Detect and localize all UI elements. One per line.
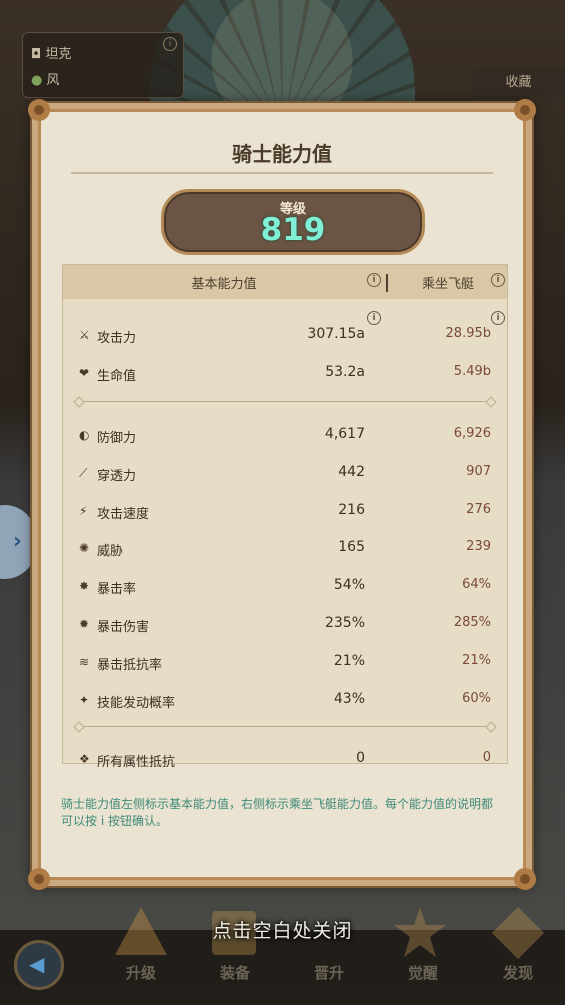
tap-to-close-hint[interactable]: 点击空白处关闭: [0, 916, 565, 943]
stat-row-crit-damage: ✹ 暴击伤害 235% 285%: [63, 609, 507, 639]
nav-discover[interactable]: 发现: [488, 962, 548, 983]
sword-icon: ⚔: [79, 328, 90, 342]
chevron-right-icon: ›: [12, 529, 22, 554]
crit-damage-icon: ✹: [79, 617, 90, 631]
stat-base-value: 216: [338, 502, 365, 518]
corner-ornament: [514, 99, 536, 121]
stat-base-value: 307.15a: [307, 326, 365, 342]
nav-awaken[interactable]: 觉醒: [393, 962, 453, 983]
tank-icon: ◘: [31, 47, 46, 62]
stat-name: 攻击速度: [97, 507, 150, 522]
stat-airship-value: 5.49b: [453, 364, 491, 379]
table-header: 基本能力值 i 乘坐飞艇 i: [63, 265, 507, 299]
character-card: i ◘ 坦克 ● 风: [22, 32, 184, 98]
stat-base-value: 235%: [324, 615, 365, 631]
crit-resist-icon: ≋: [79, 655, 90, 669]
stat-name: 所有属性抵抗: [97, 755, 176, 770]
crit-rate-icon: ✸: [79, 579, 90, 593]
corner-ornament: [514, 868, 536, 890]
back-button[interactable]: ◀: [14, 940, 64, 990]
stat-row-all-element-resist: ❖ 所有属性抵抗 0 0: [63, 744, 507, 770]
stat-airship-value: 276: [466, 502, 491, 517]
corner-ornament: [28, 868, 50, 890]
airship-stats-info-icon[interactable]: i: [491, 273, 505, 287]
level-badge: 等级 819: [161, 189, 425, 255]
stat-row-hp: ❤ 生命值 53.2a 5.49b: [63, 358, 507, 388]
stat-name: 暴击伤害: [97, 620, 150, 635]
stat-row-skill-trigger: ✦ 技能发动概率 43% 60%: [63, 685, 507, 715]
stat-row-penetration: ⟋ 穿透力 442 907: [63, 458, 507, 488]
stat-airship-value: 28.95b: [445, 326, 491, 341]
stat-row-crit-rate: ✸ 暴击率 54% 64%: [63, 571, 507, 601]
stat-name: 暴击率: [97, 582, 137, 597]
all-element-resist-icon: ❖: [79, 752, 90, 766]
threat-icon: ✺: [79, 541, 90, 555]
shield-icon: ◐: [79, 428, 90, 442]
element-label: 风: [46, 73, 60, 88]
stat-row-threat: ✺ 威胁 165 239: [63, 533, 507, 563]
stat-airship-value: 60%: [462, 691, 491, 706]
stat-base-value: 442: [338, 464, 365, 480]
stat-row-defense: ◐ 防御力 4,617 6,926: [63, 420, 507, 450]
dialog-panel: 骑士能力值 等级 819 基本能力值 i 乘坐飞艇 i i i ⚔ 攻击力 30…: [38, 109, 526, 880]
penetration-icon: ⟋: [79, 466, 88, 480]
stat-name: 技能发动概率: [97, 696, 176, 711]
nav-level-up[interactable]: 升级: [111, 962, 171, 983]
stat-airship-value: 0: [482, 750, 491, 765]
stat-airship-value: 64%: [462, 577, 491, 592]
stat-airship-value: 907: [466, 464, 491, 479]
stat-name: 攻击力: [97, 331, 137, 346]
info-icon[interactable]: i: [163, 37, 177, 51]
stat-name: 防御力: [97, 431, 137, 446]
stat-base-value: 43%: [333, 691, 365, 707]
stat-base-value: 54%: [333, 577, 365, 593]
stat-base-value: 0: [356, 750, 365, 766]
heart-icon: ❤: [79, 366, 90, 380]
dialog-title: 骑士能力值: [232, 142, 332, 166]
knight-stats-dialog: 骑士能力值 等级 819 基本能力值 i 乘坐飞艇 i i i ⚔ 攻击力 30…: [28, 99, 536, 890]
stat-row-attack: ⚔ 攻击力 307.15a 28.95b: [63, 320, 507, 350]
back-arrow-icon: ◀: [29, 952, 45, 976]
stat-base-value: 21%: [333, 653, 365, 669]
section-divider: [79, 401, 491, 402]
stat-name: 暴击抵抗率: [97, 658, 163, 673]
stat-name: 生命值: [97, 369, 137, 384]
level-value: 819: [260, 212, 326, 248]
corner-ornament: [28, 99, 50, 121]
stat-row-attack-speed: ⚡ 攻击速度 216 276: [63, 496, 507, 526]
stat-base-value: 4,617: [324, 426, 365, 442]
title-divider: [71, 172, 493, 174]
section-divider: [79, 726, 491, 727]
header-separator: [386, 274, 388, 292]
dialog-description: 骑士能力值左侧标示基本能力值，右侧标示乘坐飞艇能力值。每个能力值的说明都可以按 …: [61, 797, 494, 828]
favorite-button[interactable]: 收藏: [472, 68, 565, 98]
stat-airship-value: 21%: [462, 653, 491, 668]
stat-row-crit-resist: ≋ 暴击抵抗率 21% 21%: [63, 647, 507, 677]
header-airship-stats: 乘坐飞艇: [421, 277, 474, 292]
attack-speed-icon: ⚡: [79, 504, 88, 518]
stat-name: 威胁: [97, 544, 124, 559]
nav-equipment[interactable]: 装备: [205, 962, 265, 983]
stats-table: 基本能力值 i 乘坐飞艇 i i i ⚔ 攻击力 307.15a 28.95b …: [62, 264, 508, 770]
stat-airship-value: 285%: [453, 615, 491, 630]
stat-airship-value: 6,926: [453, 426, 491, 441]
wind-icon: ●: [31, 73, 47, 88]
class-label: 坦克: [45, 47, 72, 62]
stat-name: 穿透力: [97, 469, 137, 484]
stat-base-value: 165: [338, 539, 365, 555]
stat-airship-value: 239: [466, 539, 491, 554]
header-base-stats: 基本能力值: [191, 277, 257, 292]
skill-trigger-icon: ✦: [79, 693, 90, 707]
nav-promotion[interactable]: 晋升: [299, 962, 359, 983]
stat-base-value: 53.2a: [325, 364, 365, 380]
base-stats-info-icon[interactable]: i: [367, 273, 381, 287]
